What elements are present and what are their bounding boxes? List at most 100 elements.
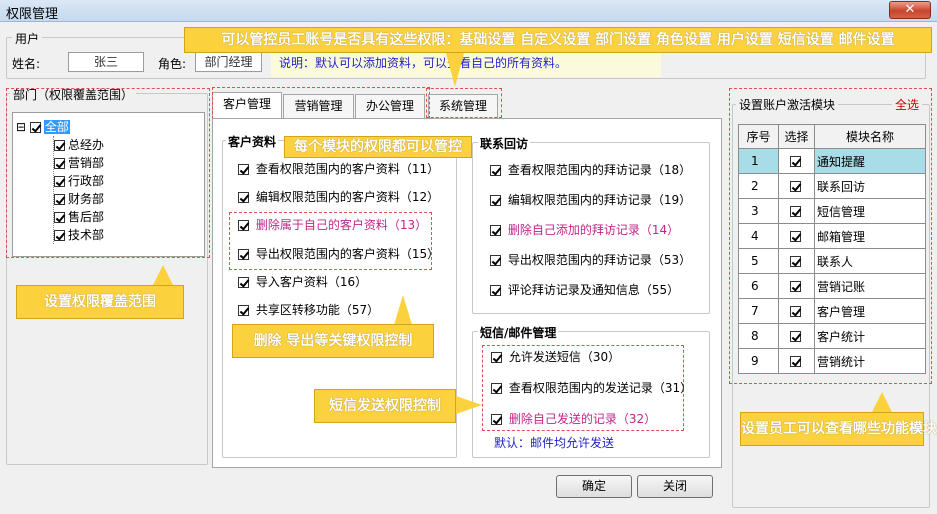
cell-no: 1 [738,148,779,174]
perm-item[interactable]: 查看权限范围内的客户资料（11） [238,159,439,179]
checkbox[interactable] [491,414,502,425]
cell-select[interactable] [778,223,815,249]
checkbox[interactable] [491,352,502,363]
table-row[interactable]: 8 客户统计 [738,323,926,349]
checkbox[interactable] [238,164,249,175]
checkbox[interactable] [789,281,801,292]
cell-name: 联系回访 [814,173,926,199]
cell-select[interactable] [778,323,815,349]
perm-label: 导入客户资料（16） [255,275,368,289]
tree-item-label[interactable]: 售后部 [68,210,104,224]
cell-select[interactable] [778,198,815,224]
tree-root[interactable]: ⊟ 全部 [16,118,204,136]
checkbox-all[interactable] [29,122,41,133]
checkbox[interactable] [789,206,801,217]
tree-children: 总经办 营销部 行政部 财务部 售后部 技术部 [53,136,204,244]
cell-select[interactable] [778,273,815,299]
tree-item[interactable]: 售后部 [54,208,204,226]
perm-item[interactable]: 评论拜访记录及通知信息（55） [490,280,691,300]
checkbox[interactable] [238,192,249,203]
checkbox[interactable] [54,140,65,151]
checkbox[interactable] [238,277,249,288]
callout-key-perms-text: 删除 导出等关键权限控制 [253,333,413,349]
table-row[interactable]: 6 营销记账 [738,273,926,299]
perm-item[interactable]: 允许发送短信（30） [491,347,692,367]
table-row[interactable]: 3 短信管理 [738,198,926,224]
perm-item[interactable]: 删除自己添加的拜访记录（14） [490,220,691,240]
tree-root-label[interactable]: 全部 [43,120,70,134]
checkbox[interactable] [789,156,801,167]
cell-select[interactable] [778,298,815,324]
checkbox[interactable] [789,256,801,267]
checkbox[interactable] [789,181,801,192]
checkbox[interactable] [789,306,801,317]
department-tree[interactable]: ⊟ 全部 总经办 营销部 行政部 财务部 售后部 技术部 [12,112,205,257]
checkbox[interactable] [490,165,501,176]
perm-item[interactable]: 删除自己发送的记录（32） [491,409,692,429]
cell-no: 9 [738,348,779,374]
checkbox[interactable] [789,356,801,367]
collapse-icon[interactable]: ⊟ [16,120,26,134]
table-row[interactable]: 4 邮箱管理 [738,223,926,249]
tree-item[interactable]: 财务部 [54,190,204,208]
table-row[interactable]: 9 营销统计 [738,348,926,374]
role-field[interactable]: 部门经理 [195,52,262,72]
checkbox[interactable] [54,230,65,241]
checkbox[interactable] [789,331,801,342]
tree-item[interactable]: 营销部 [54,154,204,172]
ok-button[interactable]: 确定 [556,475,632,498]
module-table-header: 序号 选择 模块名称 [738,124,926,149]
close-button[interactable]: 关闭 [637,475,713,498]
tree-item-label[interactable]: 行政部 [68,174,104,188]
close-window-button[interactable]: ✕ [889,1,931,19]
tree-item[interactable]: 总经办 [54,136,204,154]
perm-label: 查看权限范围内的客户资料（11） [255,162,440,176]
checkbox[interactable] [490,195,501,206]
module-table-wrap: 序号 选择 模块名称 1 通知提醒 2 联系回访 3 短信管理 4 邮箱管理 5 联系人 … [738,124,926,374]
perm-item[interactable]: 编辑权限范围内的拜访记录（19） [490,190,691,210]
checkbox[interactable] [54,212,65,223]
checkbox[interactable] [490,225,501,236]
tree-item-label[interactable]: 总经办 [68,138,104,152]
callout-func-modules: 设置员工可以查看哪些功能模块 [740,412,937,446]
cell-select[interactable] [778,173,815,199]
tabs-dashed-frame [212,87,430,119]
checkbox[interactable] [54,176,65,187]
callout-top: 可以管控员工账号是否具有这些权限：基础设置 自定义设置 部门设置 角色设置 用户… [184,27,932,53]
col-select-header: 选择 [778,124,815,149]
role-label: 角色: [158,57,187,71]
tree-item-label[interactable]: 营销部 [68,156,104,170]
visit-section-title: 联系回访 [478,135,531,152]
checkbox[interactable] [490,285,501,296]
cell-select[interactable] [778,148,815,174]
checkbox[interactable] [238,305,249,316]
user-group-label: 用户 [12,30,43,47]
table-row[interactable]: 7 客户管理 [738,298,926,324]
name-field[interactable]: 张三 [68,52,144,72]
checkbox[interactable] [54,158,65,169]
cell-no: 2 [738,173,779,199]
cell-name: 短信管理 [814,198,926,224]
cell-select[interactable] [778,248,815,274]
table-row[interactable]: 5 联系人 [738,248,926,274]
checkbox[interactable] [54,194,65,205]
checkbox[interactable] [491,383,502,394]
tree-item[interactable]: 技术部 [54,226,204,244]
perm-item[interactable]: 查看权限范围内的拜访记录（18） [490,160,691,180]
perm-item[interactable]: 导出权限范围内的拜访记录（53） [490,250,691,270]
callout-func-pointer [872,392,892,412]
perm-item[interactable]: 导入客户资料（16） [238,272,439,292]
title-bar: 权限管理 [0,0,937,22]
perm-item[interactable]: 编辑权限范围内的客户资料（12） [238,187,439,207]
table-row[interactable]: 1 通知提醒 [738,148,926,174]
cell-select[interactable] [778,348,815,374]
checkbox[interactable] [789,231,801,242]
tree-item-label[interactable]: 技术部 [68,228,104,242]
tree-item[interactable]: 行政部 [54,172,204,190]
checkbox[interactable] [490,255,501,266]
perm-label: 导出权限范围内的拜访记录（53） [507,253,692,267]
close-icon: ✕ [904,2,916,17]
tree-item-label[interactable]: 财务部 [68,192,104,206]
perm-item[interactable]: 查看权限范围内的发送记录（31） [491,378,692,398]
table-row[interactable]: 2 联系回访 [738,173,926,199]
